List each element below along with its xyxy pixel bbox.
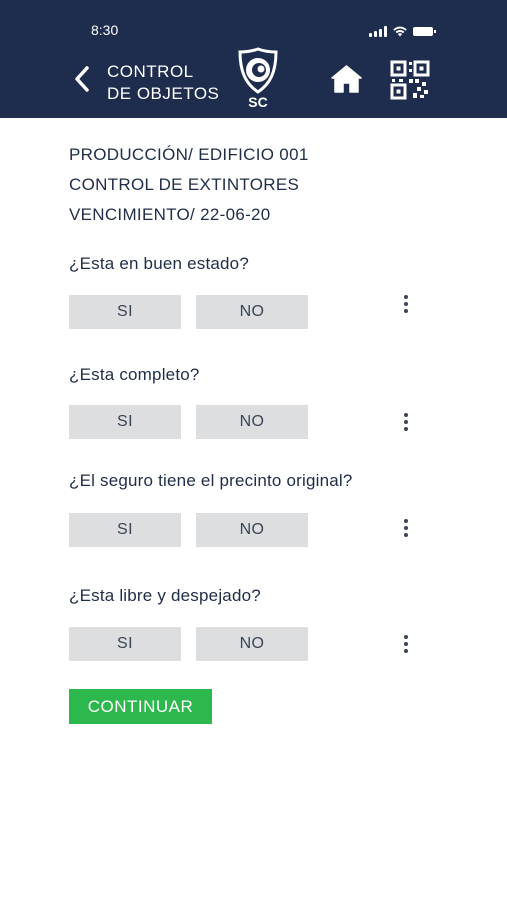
answer-no-button[interactable]: NO xyxy=(196,513,308,547)
battery-icon xyxy=(413,26,436,36)
wifi-icon xyxy=(393,26,407,37)
info-expiration: VENCIMIENTO/ 22-06-20 xyxy=(69,205,271,224)
answer-yes-button[interactable]: SI xyxy=(69,513,181,547)
signal-icon xyxy=(369,25,387,37)
chevron-left-icon xyxy=(75,66,89,92)
object-info: PRODUCCIÓN/ EDIFICIO 001 CONTROL DE EXTI… xyxy=(69,140,469,230)
more-options-icon[interactable] xyxy=(396,292,416,316)
page-title: CONTROL DE OBJETOS xyxy=(107,61,237,105)
answer-yes-button[interactable]: SI xyxy=(69,627,181,661)
question-text: ¿Esta en buen estado? xyxy=(69,254,249,273)
app-header: 8:30 CONTROL DE OBJETOS SC xyxy=(0,0,507,118)
answer-yes-button[interactable]: SI xyxy=(69,295,181,329)
more-options-icon[interactable] xyxy=(396,516,416,540)
app-logo: SC xyxy=(234,46,282,112)
qr-scan-button[interactable] xyxy=(389,59,431,101)
question-text: ¿El seguro tiene el precinto original? xyxy=(69,471,353,490)
more-options-icon[interactable] xyxy=(396,632,416,656)
back-button[interactable] xyxy=(70,62,94,96)
title-line-1: CONTROL xyxy=(107,62,194,81)
more-options-icon[interactable] xyxy=(396,410,416,434)
status-icons xyxy=(369,24,436,38)
logo-text: SC xyxy=(248,94,268,110)
status-time: 8:30 xyxy=(91,22,119,38)
info-control-type: CONTROL DE EXTINTORES xyxy=(69,175,300,194)
answer-no-button[interactable]: NO xyxy=(196,405,308,439)
answer-no-button[interactable]: NO xyxy=(196,627,308,661)
question-text: ¿Esta libre y despejado? xyxy=(69,586,261,605)
answer-yes-button[interactable]: SI xyxy=(69,405,181,439)
title-line-2: DE OBJETOS xyxy=(107,84,220,103)
home-icon xyxy=(331,65,362,93)
info-location: PRODUCCIÓN/ EDIFICIO 001 xyxy=(69,145,309,164)
home-button[interactable] xyxy=(330,64,363,94)
qr-scan-icon xyxy=(390,60,430,100)
answer-no-button[interactable]: NO xyxy=(196,295,308,329)
question-text: ¿Esta completo? xyxy=(69,365,200,384)
shield-eye-icon xyxy=(238,47,278,94)
continue-button[interactable]: CONTINUAR xyxy=(69,689,212,724)
